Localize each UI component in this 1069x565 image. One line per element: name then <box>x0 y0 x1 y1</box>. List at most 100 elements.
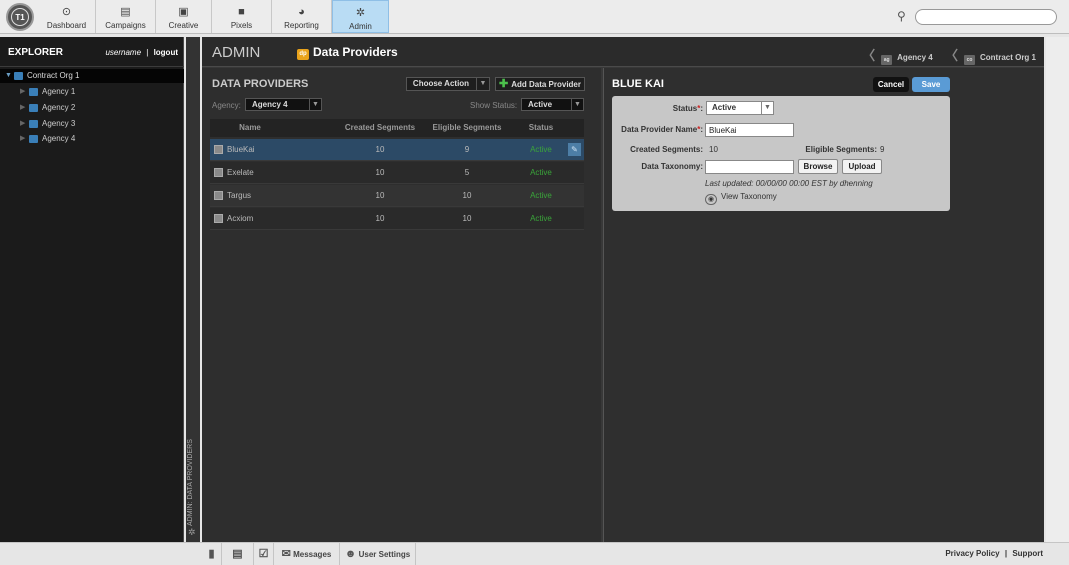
pixels-icon: ■ <box>238 6 245 18</box>
nav-admin[interactable]: ✲ Admin <box>332 0 389 33</box>
breadcrumb-separator-icon: 〈 <box>944 48 958 63</box>
nav-campaigns[interactable]: ▤ Campaigns <box>96 0 156 33</box>
status-label-colon: : <box>700 104 703 113</box>
tree-item-agency-1[interactable]: ▶ Agency 1 <box>0 85 184 99</box>
status-select[interactable]: Active ▼ <box>706 101 774 115</box>
messages-label: Messages <box>293 550 332 559</box>
t1-logo[interactable]: T1 <box>6 3 34 31</box>
user-links: username | logout <box>105 48 178 57</box>
agency-filter-value: Agency 4 <box>252 100 288 109</box>
agency-icon <box>29 120 38 128</box>
collapse-arrow-icon[interactable]: ▶ <box>20 85 25 99</box>
nav-creative-label: Creative <box>168 21 199 30</box>
row-eligible: 5 <box>464 168 470 177</box>
row-eligible: 10 <box>462 214 472 223</box>
status-label-text: Status <box>672 104 698 113</box>
data-taxonomy-label: Data Taxonomy: <box>641 162 703 171</box>
nav-reporting[interactable]: ◕ Reporting <box>272 0 332 33</box>
edit-pencil-icon[interactable]: ✎ <box>568 143 581 156</box>
nav-dashboard[interactable]: ⊙ Dashboard <box>38 0 96 33</box>
table-row[interactable]: Targus 10 10 Active <box>210 185 584 207</box>
contract-org-badge-icon: co <box>963 55 975 65</box>
bottom-panel-icon[interactable]: ▮ <box>202 543 222 565</box>
choose-action-dropdown[interactable]: Choose Action ▼ <box>406 77 490 91</box>
search-icon[interactable]: ⚲ <box>897 9 913 25</box>
provider-name-label-text: Data Provider Name <box>621 125 698 134</box>
table-header: Name Created Segments Eligible Segments … <box>210 119 584 137</box>
notes-icon: ▤ <box>232 548 243 560</box>
data-taxonomy-input[interactable] <box>705 160 794 174</box>
row-checkbox[interactable] <box>214 214 223 223</box>
page-title-text: Data Providers <box>313 45 398 59</box>
choose-action-label: Choose Action <box>412 79 470 88</box>
privacy-policy-link[interactable]: Privacy Policy <box>945 549 999 558</box>
row-name: Exelate <box>227 168 254 177</box>
nav-admin-label: Admin <box>349 22 372 31</box>
table-row[interactable]: Exelate 10 5 Active <box>210 162 584 184</box>
breadcrumb-agency[interactable]: 〈 ag Agency 4 <box>862 45 933 65</box>
table-row[interactable]: Acxiom 10 10 Active <box>210 208 584 230</box>
user-settings-button[interactable]: ☻ User Settings <box>340 543 416 565</box>
cancel-button[interactable]: Cancel <box>873 77 909 92</box>
detail-title: BLUE KAI <box>612 78 664 90</box>
breadcrumb-contract-org[interactable]: 〈 co Contract Org 1 <box>945 45 1036 65</box>
browse-button[interactable]: Browse <box>798 159 838 174</box>
show-status-value: Active <box>528 100 553 109</box>
bottom-checklist-button[interactable]: ☑ <box>254 543 274 565</box>
support-link[interactable]: Support <box>1012 549 1043 558</box>
chevron-down-icon: ▼ <box>761 102 773 114</box>
search-input[interactable] <box>915 9 1057 25</box>
row-checkbox[interactable] <box>214 191 223 200</box>
show-status-select[interactable]: Active ▼ <box>521 98 584 111</box>
reporting-icon: ◕ <box>298 6 305 18</box>
column-header-status[interactable]: Status <box>520 119 562 137</box>
row-checkbox[interactable] <box>214 145 223 154</box>
row-checkbox[interactable] <box>214 168 223 177</box>
tree-item-contract-org[interactable]: ▼ Contract Org 1 <box>0 69 184 83</box>
breadcrumb-contract-org-label: Contract Org 1 <box>979 53 1036 62</box>
explorer-header: EXPLORER username | logout <box>0 37 184 67</box>
add-data-provider-label: Add Data Provider <box>511 80 581 89</box>
tree-item-agency-2[interactable]: ▶ Agency 2 <box>0 101 184 115</box>
row-status: Active <box>530 145 552 154</box>
upload-button[interactable]: Upload <box>842 159 882 174</box>
bottom-notes-button[interactable]: ▤ <box>222 543 254 565</box>
plus-icon: ✚ <box>498 78 509 90</box>
tree-item-label: Agency 3 <box>42 119 76 128</box>
explorer-sidebar: EXPLORER username | logout ▼ Contract Or… <box>0 37 184 542</box>
row-eligible: 9 <box>464 145 470 154</box>
provider-name-input[interactable] <box>705 123 794 137</box>
agency-icon <box>29 88 38 96</box>
top-search: ⚲ <box>897 9 1059 25</box>
detail-panel: BLUE KAI Cancel Save Status*: Active ▼ D… <box>603 68 1044 542</box>
sidebar-toggle-icon: ▮ <box>208 548 215 560</box>
tree-item-agency-4[interactable]: ▶ Agency 4 <box>0 132 184 146</box>
view-taxonomy-link[interactable]: ◉ View Taxonomy <box>705 192 777 205</box>
row-created: 10 <box>375 168 385 177</box>
column-header-eligible[interactable]: Eligible Segments <box>426 119 508 137</box>
breadcrumb: 〈 ag Agency 4 〈 co Contract Org 1 <box>852 45 1036 65</box>
expand-arrow-icon[interactable]: ▼ <box>5 69 12 83</box>
add-data-provider-button[interactable]: ✚ Add Data Provider <box>495 77 585 91</box>
collapse-arrow-icon[interactable]: ▶ <box>20 132 25 146</box>
nav-pixels[interactable]: ■ Pixels <box>212 0 272 33</box>
user-settings-label: User Settings <box>358 550 411 559</box>
nav-creative[interactable]: ▣ Creative <box>156 0 212 33</box>
collapse-arrow-icon[interactable]: ▶ <box>20 117 25 131</box>
tree-item-label: Agency 4 <box>42 134 76 143</box>
row-name: Acxiom <box>227 214 254 223</box>
column-header-name[interactable]: Name <box>224 119 276 137</box>
creative-icon: ▣ <box>178 6 189 18</box>
collapse-arrow-icon[interactable]: ▶ <box>20 101 25 115</box>
logout-link[interactable]: logout <box>154 48 178 57</box>
table-row[interactable]: BlueKai 10 9 Active ✎ <box>210 139 584 161</box>
nav-campaigns-label: Campaigns <box>105 21 146 30</box>
messages-button[interactable]: ✉ Messages <box>274 543 340 565</box>
agency-filter-select[interactable]: Agency 4 ▼ <box>245 98 322 111</box>
save-button[interactable]: Save <box>912 77 950 92</box>
contract-org-icon <box>14 72 23 80</box>
app-root: T1 ⊙ Dashboard ▤ Campaigns ▣ Creative ■ … <box>0 0 1069 565</box>
tree-item-agency-3[interactable]: ▶ Agency 3 <box>0 117 184 131</box>
settings-gear-icon[interactable]: ✲ <box>188 527 196 538</box>
column-header-created[interactable]: Created Segments <box>340 119 420 137</box>
